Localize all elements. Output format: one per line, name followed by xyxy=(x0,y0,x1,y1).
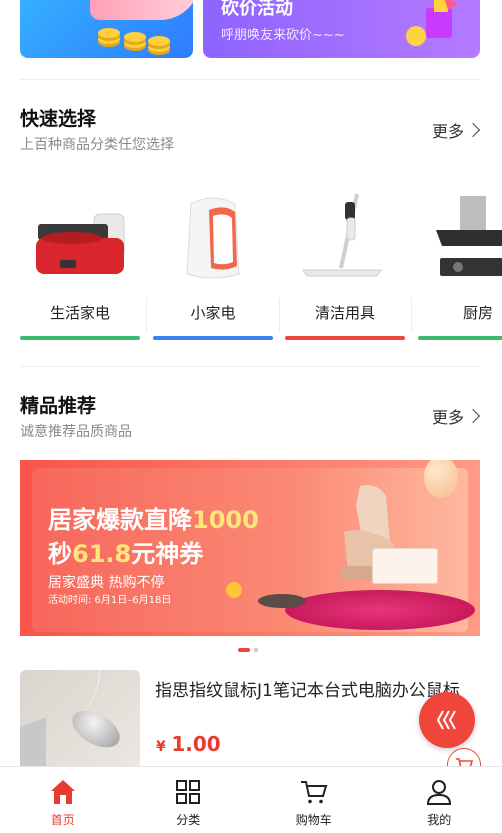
tab-label: 购物车 xyxy=(295,813,332,827)
category-underline xyxy=(418,336,502,340)
bargain-banner[interactable]: 砍价活动 呼朋唤友来砍价~~~ xyxy=(203,0,480,58)
promo-coupon-line: 秒61.8元神券 xyxy=(48,540,204,568)
tab-label: 分类 xyxy=(176,813,201,827)
spray-mop-image xyxy=(302,193,382,277)
quick-select-title: 快速选择 xyxy=(20,108,97,130)
promo-banner[interactable]: 居家爆款直降1000 秒61.8元神券 居家盛典 热购不停 活动时间: 6月1日… xyxy=(20,460,480,636)
product-box xyxy=(372,548,438,584)
category-label: 厨房 xyxy=(462,304,493,322)
category-underline xyxy=(153,336,273,340)
price-value: 1.00 xyxy=(171,732,221,756)
chevron-right-icon xyxy=(465,122,481,138)
product-price: ¥ 1.00 xyxy=(156,732,221,756)
user-icon xyxy=(427,780,452,805)
chevron-right-icon xyxy=(465,408,481,424)
currency-symbol: ¥ xyxy=(156,739,166,755)
recommend-title: 精品推荐 xyxy=(20,395,97,417)
promo-slogan: 居家盛典 热购不停 xyxy=(48,575,165,591)
coin-icon xyxy=(124,32,146,42)
gift-illustration xyxy=(406,0,458,46)
tab-profile[interactable]: 我的 xyxy=(377,767,502,833)
carousel-indicator xyxy=(238,648,258,652)
category-card[interactable]: 清洁用具 xyxy=(285,188,405,340)
bargain-banner-title: 砍价活动 xyxy=(221,0,293,19)
tab-label: 首页 xyxy=(50,813,75,827)
divider xyxy=(279,298,280,332)
category-label: 生活家电 xyxy=(49,304,110,322)
banner-left[interactable] xyxy=(20,0,193,58)
carousel-dot-active[interactable] xyxy=(238,648,250,652)
more-label: 更多 xyxy=(431,122,464,141)
category-underline xyxy=(20,336,140,340)
promo-date: 活动时间: 6月1日–6月18日 xyxy=(48,595,172,606)
divider xyxy=(411,298,412,332)
heater-image xyxy=(186,197,240,279)
quick-select-subtitle: 上百种商品分类任您选择 xyxy=(20,137,174,153)
category-card[interactable]: 小家电 xyxy=(153,188,273,340)
promo-headline: 居家爆款直降1000 xyxy=(48,506,259,534)
category-underline xyxy=(285,336,405,340)
recommend-subtitle: 诚意推荐品质商品 xyxy=(20,424,132,440)
divider xyxy=(146,298,147,332)
triple-chevron-left-icon xyxy=(436,710,456,730)
hand-illustration xyxy=(90,0,193,20)
cart-icon xyxy=(300,781,328,804)
tab-home[interactable]: 首页 xyxy=(0,767,126,833)
range-hood-image xyxy=(436,196,502,276)
coin-icon xyxy=(148,36,170,46)
divider xyxy=(20,79,480,80)
coin-icon xyxy=(98,28,120,38)
recommend-more-link[interactable]: 更多 xyxy=(431,404,481,428)
tab-cart[interactable]: 购物车 xyxy=(251,767,377,833)
multi-cooker-image xyxy=(36,213,125,274)
category-carousel[interactable]: 生活家电 小家电 清洁用具 厨房 xyxy=(20,188,502,343)
more-label: 更多 xyxy=(431,408,464,427)
product-image[interactable] xyxy=(20,670,140,770)
ball-decoration xyxy=(226,582,242,598)
home-icon xyxy=(50,780,75,804)
tab-label: 我的 xyxy=(427,813,452,827)
category-label: 清洁用具 xyxy=(314,304,375,322)
pan-decoration xyxy=(258,594,306,608)
category-card[interactable]: 生活家电 xyxy=(20,188,140,340)
page: 砍价活动 呼朋唤友来砍价~~~ 快速选择 上百种商品分类任您选择 更多 生活家电… xyxy=(0,0,502,833)
display-stage xyxy=(285,590,475,630)
expand-menu-button[interactable] xyxy=(419,692,475,748)
divider xyxy=(20,366,480,367)
carousel-dot[interactable] xyxy=(254,648,258,652)
tab-category[interactable]: 分类 xyxy=(126,767,252,833)
quick-select-more-link[interactable]: 更多 xyxy=(431,118,481,142)
bottom-tab-bar: 首页 分类 购物车 我的 xyxy=(0,766,502,833)
category-card[interactable]: 厨房 xyxy=(418,188,502,340)
category-label: 小家电 xyxy=(190,304,236,322)
top-banner-row: 砍价活动 呼朋唤友来砍价~~~ xyxy=(0,0,502,60)
grid-icon xyxy=(176,780,201,804)
bargain-banner-subtitle: 呼朋唤友来砍价~~~ xyxy=(221,28,345,43)
